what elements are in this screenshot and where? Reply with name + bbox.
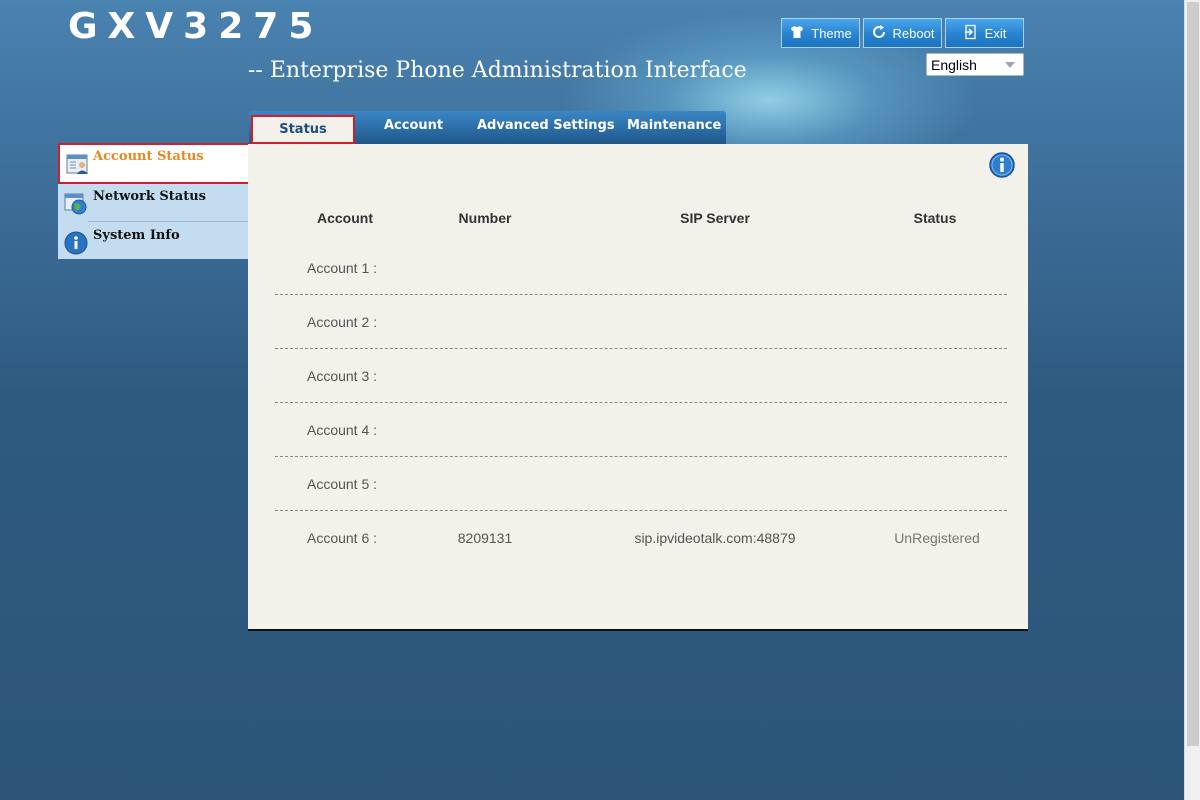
main-tab-bar: Status Account Advanced Settings Mainten… [249,111,726,144]
table-row: Account 5 : [275,457,1007,511]
sidebar-divider [88,221,248,222]
account-cell: Account 2 : [306,314,378,330]
exit-door-icon [963,24,979,43]
account-cell: Account 6 : [306,530,378,546]
column-header-number: Number [458,210,512,226]
table-row: Account 4 : [275,403,1007,457]
table-row: Account 6 : 8209131 sip.ipvideotalk.com:… [275,511,1007,565]
exit-button-label: Exit [984,25,1007,41]
page-subtitle: -- Enterprise Phone Administration Inter… [248,58,747,83]
table-row: Account 2 : [275,295,1007,349]
language-select[interactable]: English [926,53,1024,76]
account-status-panel: Account Number SIP Server Status Account… [248,144,1028,631]
column-header-status: Status [913,210,957,226]
column-header-sip-server: SIP Server [680,210,750,226]
help-info-icon[interactable] [989,152,1015,178]
status-cell: UnRegistered [894,530,980,546]
table-row: Account 3 : [275,349,1007,403]
language-select-value: English [931,56,977,73]
header-toolbar: Theme Reboot Exit [781,18,1024,48]
reboot-button-label: Reboot [892,25,935,41]
theme-button-label: Theme [811,25,852,41]
network-globe-icon [64,192,88,216]
account-cell: Account 5 : [306,476,378,492]
product-logo: GXV3275 [68,6,324,47]
shirt-icon [789,24,805,43]
sidebar-item-label: Account Status [93,149,204,164]
tab-status[interactable]: Status [251,115,355,144]
sidebar-item-label: Network Status [93,189,206,204]
tab-status-label: Status [279,122,327,137]
reboot-button[interactable]: Reboot [863,18,942,48]
vertical-scrollbar[interactable] [1184,0,1200,800]
tab-account[interactable]: Account [384,118,443,133]
sidebar: Account Status Network Status System Inf… [58,143,250,262]
chevron-down-icon [1005,61,1015,68]
account-cell: Account 1 : [306,260,378,276]
number-cell: 8209131 [457,530,513,546]
info-circle-icon [64,231,88,255]
column-header-account: Account [317,210,373,226]
sip-server-cell: sip.ipvideotalk.com:48879 [634,530,796,546]
tab-advanced-settings[interactable]: Advanced Settings [477,118,615,133]
refresh-icon [871,24,887,43]
account-card-icon [66,153,90,177]
sidebar-item-system-info[interactable]: System Info [58,223,248,262]
sidebar-item-account-status[interactable]: Account Status [58,143,250,184]
account-cell: Account 4 : [306,422,378,438]
sidebar-item-network-status[interactable]: Network Status [58,184,248,223]
table-row: Account 1 : [275,241,1007,295]
scrollbar-thumb[interactable] [1187,2,1199,746]
sidebar-item-label: System Info [93,228,180,243]
theme-button[interactable]: Theme [781,18,860,48]
account-cell: Account 3 : [306,368,378,384]
tab-maintenance[interactable]: Maintenance [627,118,721,133]
exit-button[interactable]: Exit [945,18,1024,48]
